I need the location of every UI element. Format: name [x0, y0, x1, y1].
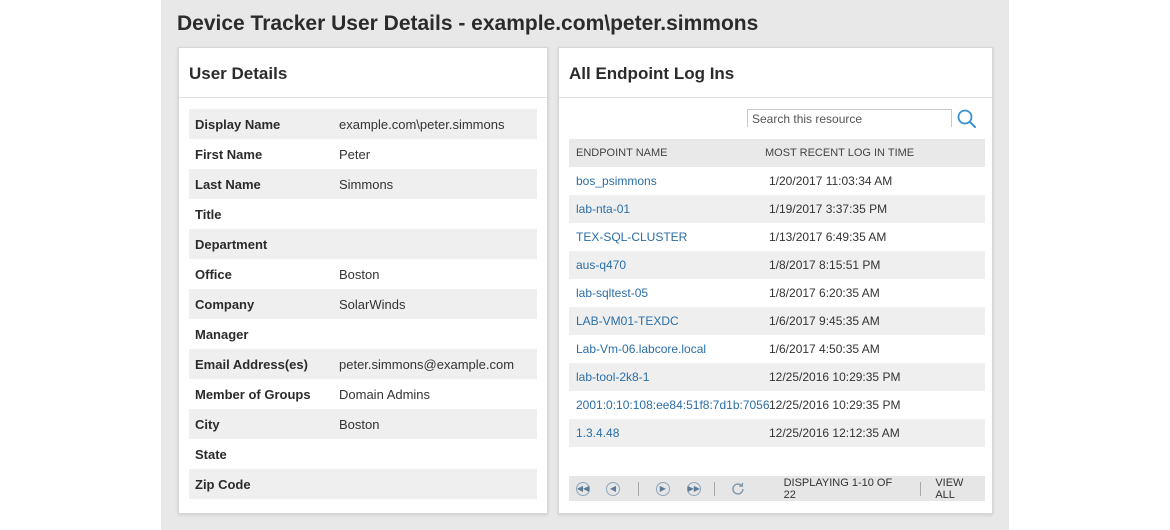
detail-label: Email Address(es) — [195, 356, 308, 372]
table-row: bos_psimmons 1/20/2017 11:03:34 AM — [569, 167, 985, 195]
detail-row: State — [189, 439, 537, 469]
detail-label: Display Name — [195, 116, 281, 132]
table-header: ENDPOINT NAME MOST RECENT LOG IN TIME — [569, 139, 985, 167]
table-row: aus-q470 1/8/2017 8:15:51 PM — [569, 251, 985, 279]
pager-divider — [920, 481, 922, 496]
column-header-endpoint-name[interactable]: ENDPOINT NAME — [569, 147, 765, 159]
table-row: 2001:0:10:108:ee84:51f8:7d1b:7056 12/25/2… — [569, 391, 985, 419]
detail-row: First Name Peter — [189, 139, 537, 169]
detail-row: Title — [189, 199, 537, 229]
endpoint-link[interactable]: lab-sqltest-05 — [576, 286, 648, 300]
log-in-time: 1/20/2017 11:03:34 AM — [769, 174, 893, 188]
table-row: lab-nta-01 1/19/2017 3:37:35 PM — [569, 195, 985, 223]
search-box — [747, 109, 952, 127]
previous-page-icon[interactable]: ◀ — [606, 481, 620, 496]
endpoint-link[interactable]: aus-q470 — [576, 258, 626, 272]
detail-label: State — [195, 446, 227, 462]
detail-row: City Boston — [189, 409, 537, 439]
detail-value: example.com\peter.simmons — [339, 116, 505, 132]
detail-row: Display Name example.com\peter.simmons — [189, 109, 537, 139]
endpoint-logins-title: All Endpoint Log Ins — [559, 48, 992, 98]
column-header-log-in-time[interactable]: MOST RECENT LOG IN TIME — [765, 147, 914, 159]
table-row: TEX-SQL-CLUSTER 1/13/2017 6:49:35 AM — [569, 223, 985, 251]
search-input[interactable] — [748, 111, 951, 127]
user-details-panel: User Details Display Name example.com\pet… — [178, 47, 548, 514]
endpoint-link[interactable]: TEX-SQL-CLUSTER — [576, 230, 687, 244]
detail-value: Boston — [339, 266, 380, 282]
detail-label: City — [195, 416, 220, 432]
table-row: lab-sqltest-05 1/8/2017 6:20:35 AM — [569, 279, 985, 307]
table-row: 1.3.4.48 12/25/2016 12:12:35 AM — [569, 419, 985, 447]
user-details-title: User Details — [179, 48, 547, 98]
detail-value: Peter — [339, 146, 371, 162]
log-in-time: 1/13/2017 6:49:35 AM — [769, 230, 887, 244]
detail-label: Last Name — [195, 176, 261, 192]
detail-value: Domain Admins — [339, 386, 431, 402]
detail-label: Office — [195, 266, 232, 282]
endpoint-link[interactable]: 1.3.4.48 — [576, 426, 619, 440]
table-row: Lab-Vm-06.labcore.local 1/6/2017 4:50:35 … — [569, 335, 985, 363]
endpoint-table: ENDPOINT NAME MOST RECENT LOG IN TIME bo… — [569, 139, 985, 447]
detail-row: Zip Code — [189, 469, 537, 499]
log-in-time: 1/19/2017 3:37:35 PM — [769, 202, 888, 216]
detail-label: Department — [195, 236, 268, 252]
detail-label: Company — [195, 296, 255, 312]
endpoint-link[interactable]: 2001:0:10:108:ee84:51f8:7d1b:7056 — [576, 398, 770, 412]
log-in-time: 1/6/2017 4:50:35 AM — [769, 342, 880, 356]
detail-row: Department — [189, 229, 537, 259]
detail-label: Title — [195, 206, 222, 222]
table-row: LAB-VM01-TEXDC 1/6/2017 9:45:35 AM — [569, 307, 985, 335]
detail-row: Last Name Simmons — [189, 169, 537, 199]
log-in-time: 1/8/2017 8:15:51 PM — [769, 258, 881, 272]
user-details-list: Display Name example.com\peter.simmons Fi… — [189, 109, 537, 499]
detail-value: SolarWinds — [339, 296, 406, 312]
log-in-time: 1/6/2017 9:45:35 AM — [769, 314, 880, 328]
pagination-bar: ◀◀ ◀ ▶ ▶▶ DISPLAYING 1-10 OF 22 VIEW ALL — [569, 476, 985, 501]
pager-divider — [713, 481, 715, 496]
detail-value: Simmons — [339, 176, 394, 192]
endpoint-link[interactable]: bos_psimmons — [576, 174, 657, 188]
detail-row: Office Boston — [189, 259, 537, 289]
endpoint-logins-panel: All Endpoint Log Ins ENDPOINT NAME MOST … — [558, 47, 993, 514]
detail-value: Boston — [339, 416, 380, 432]
last-page-icon[interactable]: ▶▶ — [686, 481, 701, 496]
log-in-time: 12/25/2016 10:29:35 PM — [769, 398, 901, 412]
detail-label: Manager — [195, 326, 249, 342]
endpoint-link[interactable]: Lab-Vm-06.labcore.local — [576, 342, 706, 356]
pager-status: DISPLAYING 1-10 OF 22 — [783, 476, 893, 501]
view-all-button[interactable]: VIEW ALL — [935, 477, 985, 501]
detail-row: Manager — [189, 319, 537, 349]
detail-value: peter.simmons@example.com — [339, 356, 515, 372]
log-in-time: 1/8/2017 6:20:35 AM — [769, 286, 880, 300]
pager-divider — [637, 481, 639, 496]
search-icon[interactable] — [956, 108, 978, 130]
endpoint-link[interactable]: lab-tool-2k8-1 — [576, 370, 649, 384]
detail-row: Company SolarWinds — [189, 289, 537, 319]
log-in-time: 12/25/2016 12:12:35 AM — [769, 426, 900, 440]
endpoint-link[interactable]: lab-nta-01 — [576, 202, 630, 216]
detail-row: Member of Groups Domain Admins — [189, 379, 537, 409]
first-page-icon[interactable]: ◀◀ — [576, 481, 590, 496]
next-page-icon[interactable]: ▶ — [655, 481, 670, 496]
detail-row: Email Address(es) peter.simmons@example.c… — [189, 349, 537, 379]
refresh-icon[interactable] — [730, 481, 746, 497]
table-row: lab-tool-2k8-1 12/25/2016 10:29:35 PM — [569, 363, 985, 391]
log-in-time: 12/25/2016 10:29:35 PM — [769, 370, 901, 384]
page-title: Device Tracker User Details - example.co… — [177, 12, 759, 35]
detail-label: First Name — [195, 146, 263, 162]
detail-label: Member of Groups — [195, 386, 311, 402]
detail-label: Zip Code — [195, 476, 251, 492]
endpoint-link[interactable]: LAB-VM01-TEXDC — [576, 314, 679, 328]
